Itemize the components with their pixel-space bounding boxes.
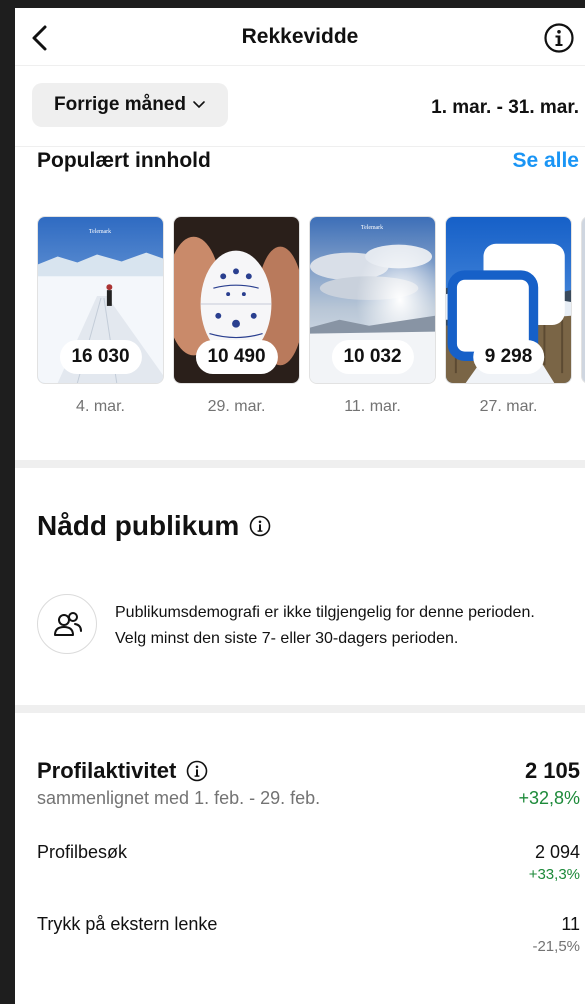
reach-count: 10 032 (331, 340, 414, 374)
people-icon-badge (37, 594, 97, 654)
photo-caption: Telemark (89, 229, 111, 235)
page-title: Rekkevidde (241, 25, 359, 48)
section-title-popular: Populært innhold (37, 149, 211, 172)
content-thumbnail[interactable]: Telemark 10 032 (309, 216, 436, 384)
period-dropdown[interactable]: Forrige måned (32, 83, 228, 127)
reach-count: 10 490 (195, 340, 278, 374)
content-thumbnail[interactable]: Telemark 16 030 (37, 216, 164, 384)
see-all-link[interactable]: Se alle (512, 149, 579, 173)
section-divider (15, 460, 585, 468)
photo-caption: Telemark (361, 225, 383, 231)
audience-message: Publikumsdemografi er ikke tilgjengelig … (115, 600, 585, 652)
post-date: 29. mar. (207, 398, 266, 415)
profile-activity-change: +32,8% (518, 788, 580, 808)
profile-activity-title: Profilaktivitet (37, 758, 177, 783)
date-range: 1. mar. - 31. mar. (431, 97, 579, 118)
section-title-audience: Nådd publikum (37, 510, 271, 542)
post-date: 4. mar. (76, 398, 125, 415)
post-date: 27. mar. (479, 398, 538, 415)
chevron-down-icon (193, 101, 205, 109)
metric-label-external-link: Trykk på ekstern lenke (37, 914, 218, 934)
screen: Rekkevidde Forrige måned 1. mar. - 31. m… (15, 8, 585, 1004)
reach-count: 9 298 (472, 340, 545, 374)
metric-value-profile-visits: 2 094 (534, 842, 580, 862)
metric-label-profile-visits: Profilbesøk (37, 842, 128, 862)
top-bar: Rekkevidde (15, 8, 585, 66)
content-thumbnail[interactable]: 9 298 (445, 216, 572, 384)
info-icon[interactable] (186, 760, 208, 782)
audience-message-line: Velg minst den siste 7- eller 30-dagers … (115, 630, 459, 647)
comparison-period: sammenlignet med 1. feb. - 29. feb. (37, 788, 321, 808)
people-icon (54, 612, 82, 636)
metric-value-external-link: 11 (561, 914, 580, 934)
divider (15, 146, 585, 147)
audience-title: Nådd publikum (37, 510, 240, 541)
section-divider (15, 705, 585, 713)
audience-message-line: Publikumsdemografi er ikke tilgjengelig … (115, 604, 535, 621)
profile-activity-total: 2 105 (524, 758, 580, 783)
section-title-profile-activity: Profilaktivitet (37, 758, 208, 784)
content-thumbnail[interactable]: 10 490 (173, 216, 300, 384)
info-icon[interactable] (543, 22, 575, 54)
post-date: 11. mar. (344, 398, 401, 415)
content-thumbnail[interactable] (581, 216, 585, 384)
metric-change-external-link: -21,5% (532, 938, 580, 955)
popular-content-carousel[interactable]: Telemark 16 030 4. mar. 10 490 29. mar. … (37, 216, 585, 426)
period-label: Forrige måned (54, 94, 186, 115)
metric-change-profile-visits: +33,3% (528, 866, 580, 883)
reach-count: 16 030 (59, 340, 142, 374)
info-icon[interactable] (249, 515, 271, 537)
